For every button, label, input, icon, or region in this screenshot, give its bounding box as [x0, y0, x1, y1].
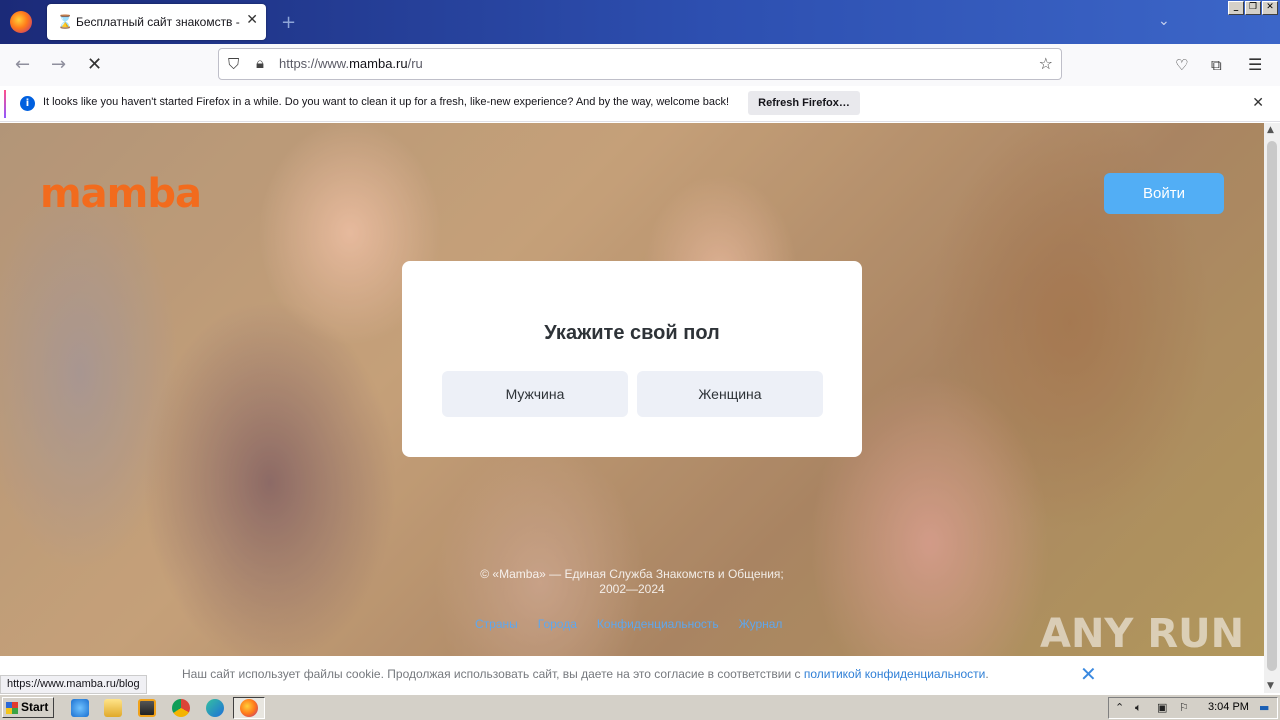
tray-chevron-icon[interactable]: ⌃	[1115, 701, 1124, 714]
firefox-icon	[240, 699, 258, 717]
scroll-thumb[interactable]	[1267, 141, 1277, 671]
back-icon[interactable]: ←	[15, 54, 30, 75]
footer-link-privacy[interactable]: Конфиденциальность	[597, 617, 719, 631]
taskbar-firefox-button[interactable]	[233, 697, 265, 719]
url-text[interactable]: https://www.mamba.ru/ru	[279, 56, 423, 71]
nav-bar: ← → ✕ ⛉ 🔒︎ https://www.mamba.ru/ru ☆ ♡ ⧉…	[0, 44, 1280, 86]
cookie-banner: Наш сайт использует файлы cookie. Продол…	[0, 656, 1264, 691]
show-desktop-icon[interactable]: ▬	[1259, 701, 1269, 714]
refresh-firefox-button[interactable]: Refresh Firefox…	[748, 91, 860, 115]
firefox-menu-icon[interactable]	[10, 11, 32, 33]
minimize-icon[interactable]: _	[1228, 1, 1244, 15]
system-tray: ⌃ 🔈︎ ▣ ⚐ ▬	[1108, 697, 1278, 719]
hourglass-icon: ⌛	[57, 15, 74, 30]
notification-bar: i It looks like you haven't started Fire…	[0, 86, 1280, 122]
scroll-down-icon[interactable]: ▼	[1267, 681, 1274, 691]
hamburger-menu-icon[interactable]: ☰	[1248, 55, 1262, 74]
male-button[interactable]: Мужчина	[442, 371, 628, 417]
mamba-logo[interactable]: mamba	[40, 171, 202, 217]
status-url: https://www.mamba.ru/blog	[0, 675, 147, 694]
footer-links: Страны Города Конфиденциальность Журнал	[475, 617, 782, 631]
network-icon[interactable]: ▣	[1157, 701, 1167, 714]
shield-icon[interactable]: ⛉	[228, 55, 239, 73]
anyrun-watermark: ANY RUN	[1040, 611, 1244, 657]
url-bar[interactable]: ⛉ 🔒︎ https://www.mamba.ru/ru ☆	[218, 48, 1062, 80]
female-button[interactable]: Женщина	[637, 371, 823, 417]
flag-icon[interactable]: ⚐	[1179, 701, 1189, 714]
tab-title: Бесплатный сайт знакомств - регистрация	[76, 15, 241, 29]
ie-icon[interactable]	[71, 699, 89, 717]
pocket-icon[interactable]: ♡	[1175, 56, 1188, 74]
window-close-icon[interactable]: ✕	[1262, 1, 1278, 15]
privacy-policy-link[interactable]: политикой конфиденциальности	[804, 667, 985, 681]
footer-link-countries[interactable]: Страны	[475, 617, 518, 631]
login-button[interactable]: Войти	[1104, 173, 1224, 214]
modal-title: Укажите свой пол	[544, 322, 720, 344]
footer-link-journal[interactable]: Журнал	[739, 617, 783, 631]
notification-text: It looks like you haven't started Firefo…	[43, 96, 730, 108]
tab-close-icon[interactable]: ✕	[246, 12, 258, 28]
restore-icon[interactable]: ❐	[1245, 1, 1261, 15]
cookie-close-icon[interactable]: ✕	[1080, 662, 1097, 686]
window-controls: _ ❐ ✕	[1228, 1, 1278, 15]
page-content: mamba Войти Укажите свой пол Мужчина Жен…	[0, 123, 1264, 691]
edge-icon[interactable]	[206, 699, 224, 717]
chevron-down-icon[interactable]: ⌄	[1158, 13, 1170, 29]
lock-icon[interactable]: 🔒︎	[256, 54, 264, 72]
bookmark-star-icon[interactable]: ☆	[1039, 54, 1053, 73]
vertical-scrollbar[interactable]: ▲ ▼	[1264, 123, 1280, 693]
start-label: Start	[21, 700, 49, 714]
chrome-icon[interactable]	[172, 699, 190, 717]
start-button[interactable]: Start	[2, 697, 54, 718]
scroll-up-icon[interactable]: ▲	[1267, 125, 1274, 135]
extensions-icon[interactable]: ⧉	[1211, 56, 1222, 74]
media-player-icon[interactable]	[138, 699, 156, 717]
footer-link-cities[interactable]: Города	[538, 617, 577, 631]
cookie-text: Наш сайт использует файлы cookie. Продол…	[182, 667, 989, 681]
tab-active[interactable]: ⌛ Бесплатный сайт знакомств - регистраци…	[47, 4, 266, 40]
volume-icon[interactable]: 🔈︎	[1135, 701, 1142, 715]
clock[interactable]: 3:04 PM	[1208, 701, 1249, 713]
new-tab-icon[interactable]: +	[281, 12, 296, 33]
folder-icon[interactable]	[104, 699, 122, 717]
footer-line-2: 2002—2024	[599, 582, 665, 596]
windows-logo-icon	[6, 702, 18, 714]
tab-strip: ⌛ Бесплатный сайт знакомств - регистраци…	[0, 0, 1280, 44]
notification-close-icon[interactable]: ✕	[1252, 95, 1264, 111]
stop-icon[interactable]: ✕	[87, 54, 102, 75]
forward-icon[interactable]: →	[51, 54, 66, 75]
footer-copyright: © «Mamba» — Единая Служба Знакомств и Об…	[432, 567, 832, 597]
info-icon: i	[20, 96, 35, 111]
footer-line-1: © «Mamba» — Единая Служба Знакомств и Об…	[480, 567, 784, 581]
watermark-text: ANY RUN	[1040, 611, 1245, 657]
taskbar: Start ⌃ 🔈︎ ▣ ⚐ ▬ 3:04 PM	[0, 694, 1280, 720]
gender-modal: Укажите свой пол Мужчина Женщина	[402, 261, 862, 457]
